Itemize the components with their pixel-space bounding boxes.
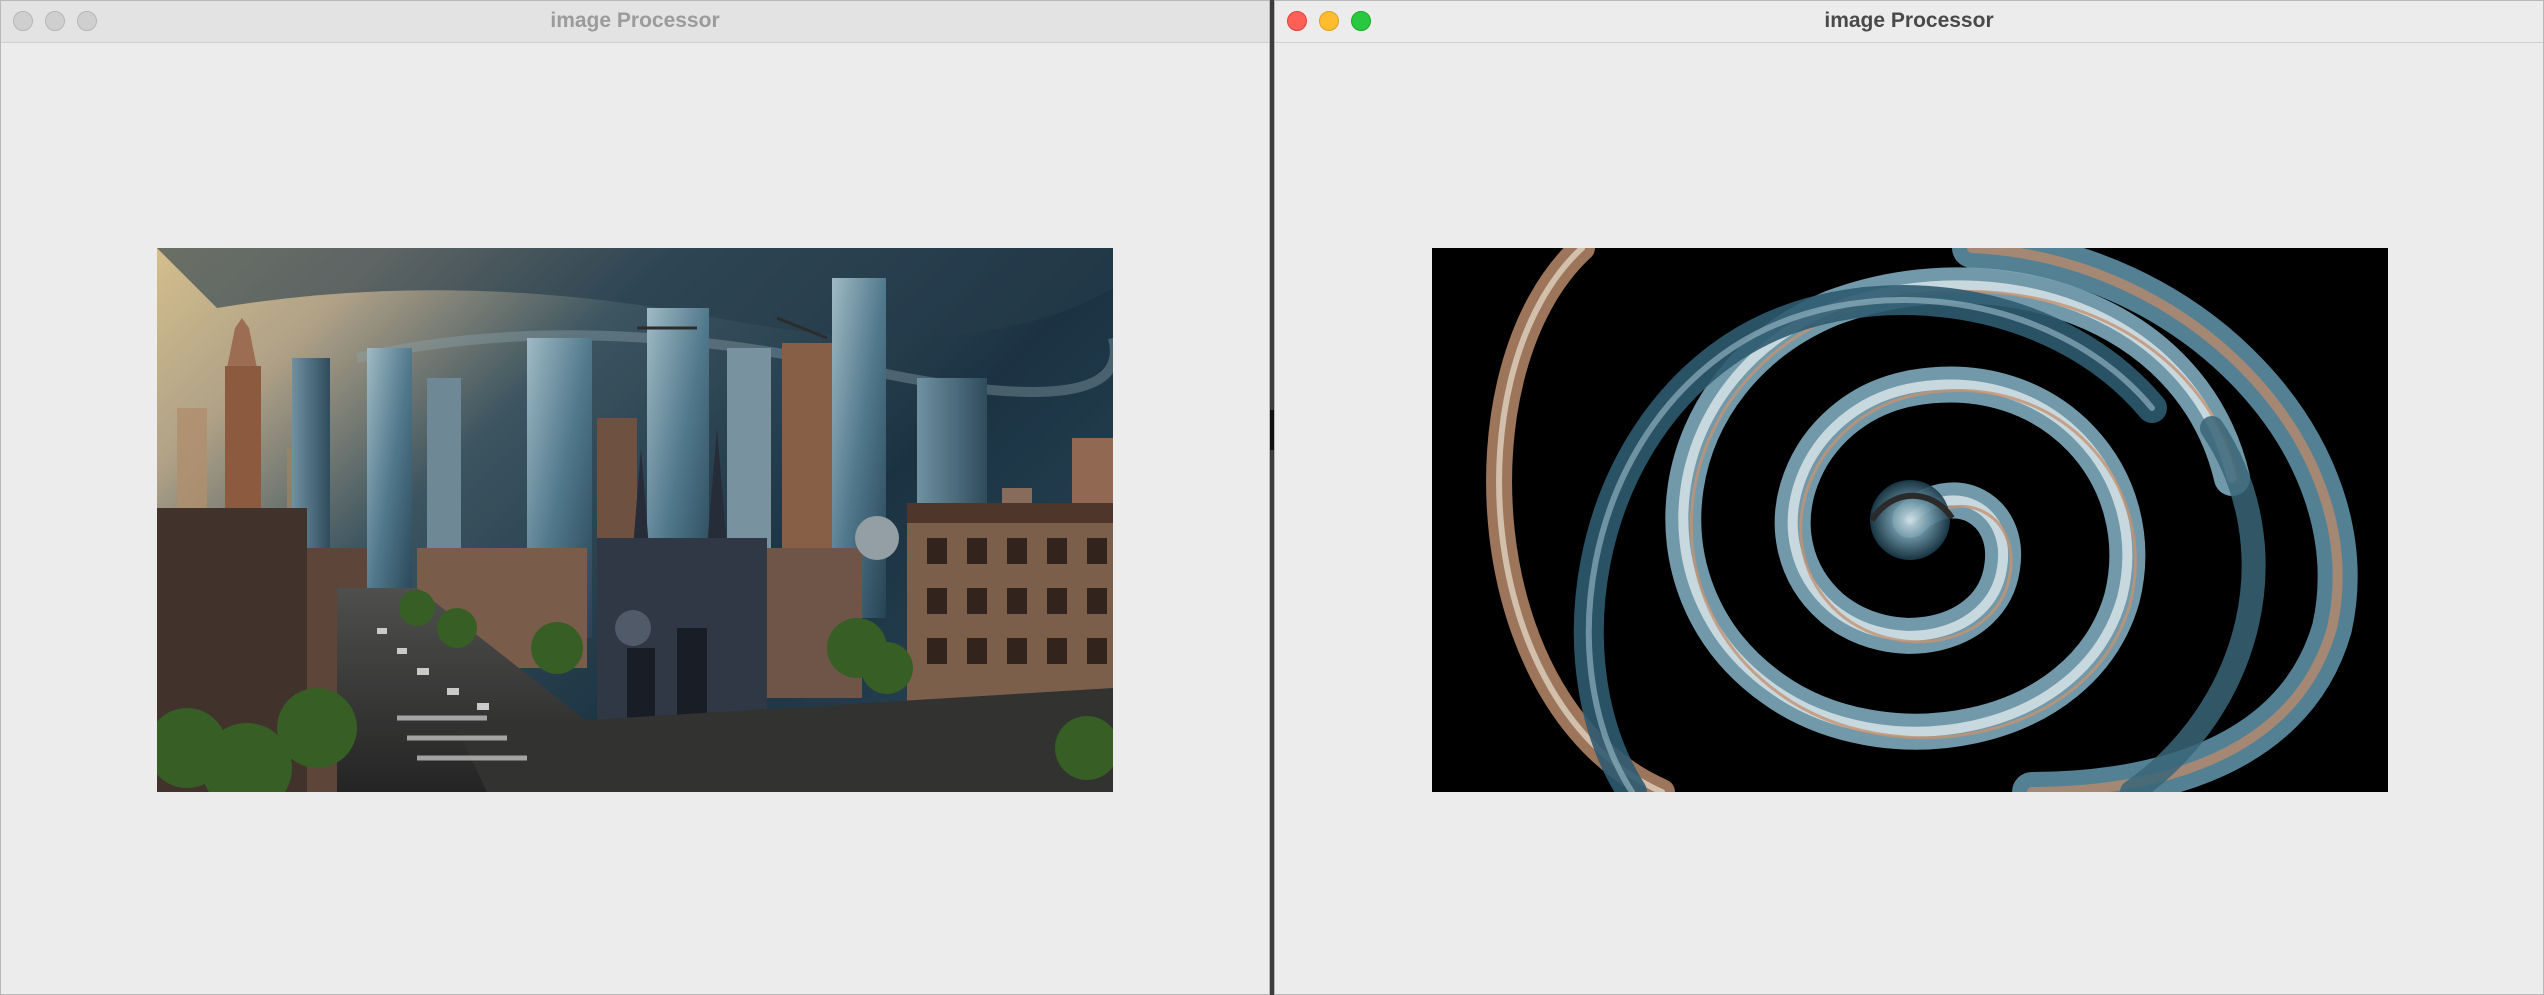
title-bar[interactable]: image Processor (1, 1, 1269, 43)
window-title: image Processor (1824, 9, 1994, 32)
original-image (157, 248, 1113, 792)
image-processor-window-original: image Processor (0, 0, 1270, 995)
window-title: image Processor (550, 9, 720, 32)
title-bar[interactable]: image Processor (1275, 1, 2543, 43)
swirl-image (1432, 248, 2388, 792)
image-processor-window-processed: image Processor (1274, 0, 2544, 995)
window-content (1, 43, 1269, 994)
cityscape-image (157, 248, 1113, 792)
window-content (1275, 43, 2543, 994)
processed-image (1432, 248, 2388, 792)
